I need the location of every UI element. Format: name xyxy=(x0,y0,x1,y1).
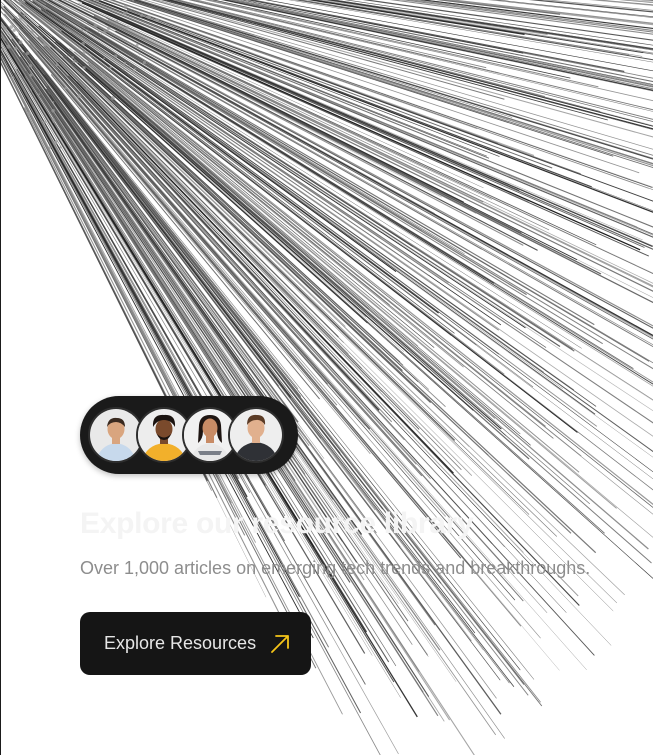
avatar-group xyxy=(80,396,298,474)
arrow-up-right-icon xyxy=(270,634,290,654)
hero-subline: Over 1,000 articles on emerging tech tre… xyxy=(80,558,591,578)
explore-resources-button[interactable]: Explore Resources xyxy=(80,612,311,675)
cta-label: Explore Resources xyxy=(104,633,257,653)
avatar xyxy=(228,407,284,463)
hero-section: Explore our resource library Over 1,000 … xyxy=(0,0,653,755)
person-icon xyxy=(230,409,282,461)
person-icon xyxy=(90,409,142,461)
left-edge-divider xyxy=(0,0,1,755)
hero-headline: Explore our resource library xyxy=(80,507,474,540)
